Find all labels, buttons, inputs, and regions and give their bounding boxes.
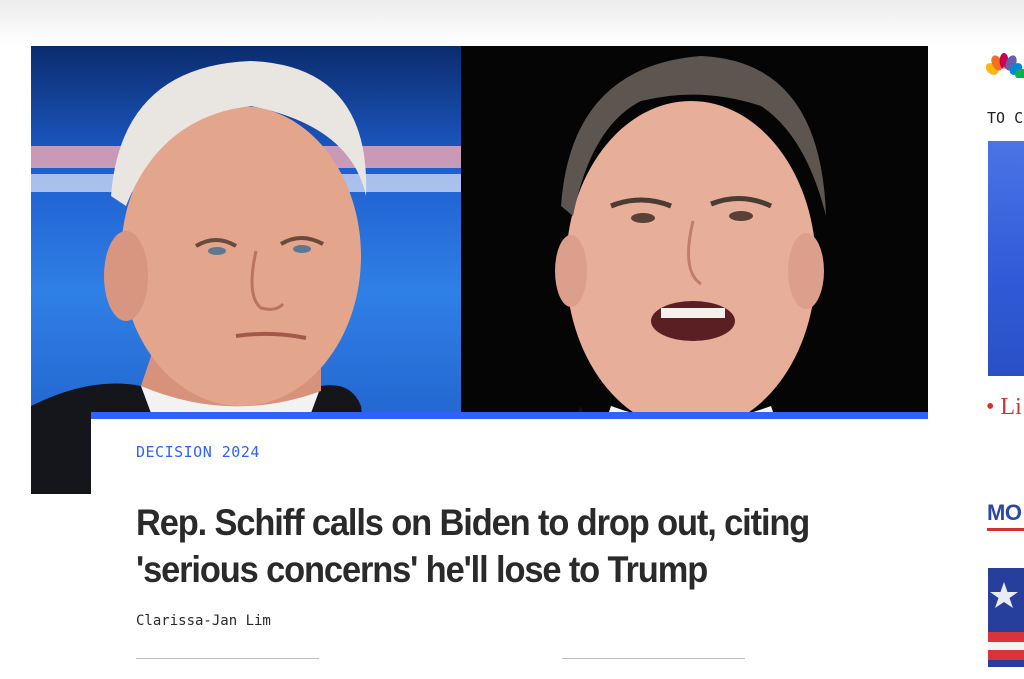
article-headline[interactable]: Rep. Schiff calls on Biden to drop out, … — [136, 499, 861, 593]
rail-more-heading: MO — [987, 500, 1022, 525]
byline-author[interactable]: Clarissa-Jan Lim — [136, 613, 271, 629]
nbc-peacock-icon[interactable] — [986, 52, 1024, 78]
category-link[interactable]: DECISION 2024 — [136, 443, 260, 461]
top-fade — [0, 0, 1024, 46]
share-divider-right — [562, 658, 745, 659]
star-icon — [988, 568, 1024, 667]
rail-live-link[interactable]: • Li — [986, 394, 1022, 421]
rail-story-thumbnail[interactable] — [988, 568, 1024, 667]
rail-section-label: TO C — [987, 109, 1024, 127]
rail-video-thumbnail[interactable] — [988, 141, 1024, 376]
rail-heading-underline — [987, 528, 1024, 531]
headline-card-accent-rule — [91, 412, 928, 419]
share-divider-left — [136, 658, 319, 659]
